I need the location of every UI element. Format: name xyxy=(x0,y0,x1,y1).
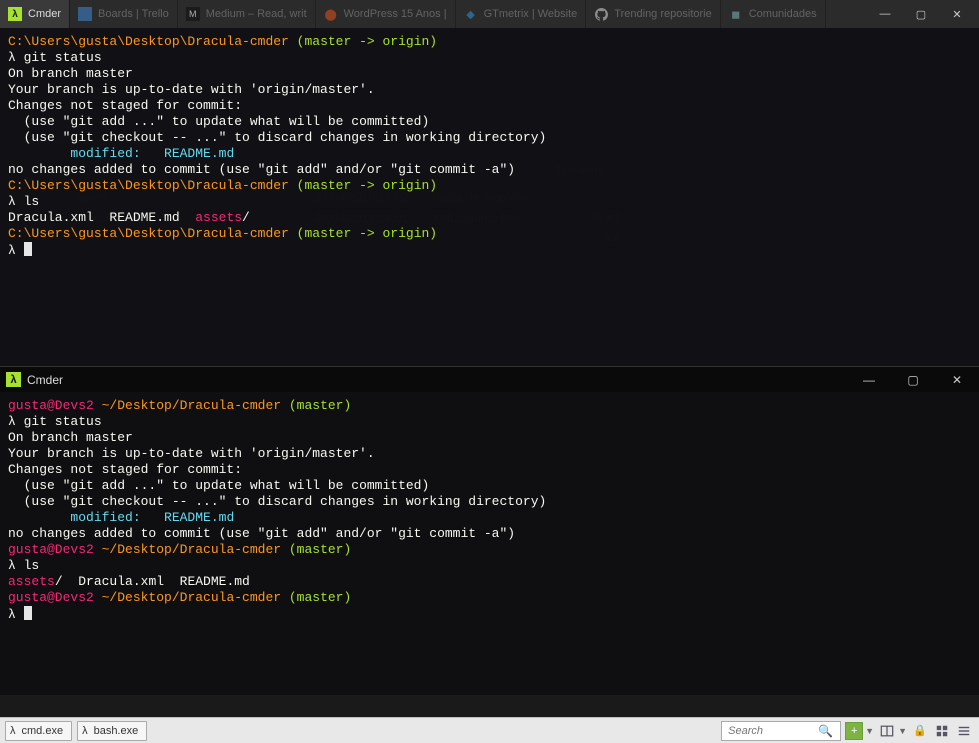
new-console-button[interactable]: + xyxy=(845,722,863,740)
browser-tab-label: Trending repositorie xyxy=(614,8,711,20)
lambda-icon: λ xyxy=(6,372,21,387)
browser-tab-label: Medium – Read, writ xyxy=(206,8,307,20)
lambda-icon: λ xyxy=(10,725,16,737)
browser-tab-cmder: λ Cmder xyxy=(0,0,70,28)
minimize-button[interactable]: — xyxy=(847,367,891,393)
browser-tab-label: Boards | Trello xyxy=(98,8,169,20)
browser-tab-medium: M Medium – Read, writ xyxy=(178,0,316,28)
browser-tab-github: Trending repositorie xyxy=(586,0,720,28)
menu-icon[interactable] xyxy=(955,722,973,740)
chevron-down-icon[interactable]: ▼ xyxy=(865,726,874,736)
cmder-titlebar[interactable]: λ Cmder — ▢ ✕ xyxy=(0,366,979,392)
grid-icon[interactable] xyxy=(933,722,951,740)
generic-icon: ◼ xyxy=(729,7,743,21)
maximize-icon: ▢ xyxy=(909,8,933,21)
close-button[interactable]: ✕ xyxy=(935,367,979,393)
background-window-controls: — ▢ ✕ xyxy=(873,8,979,21)
close-icon: ✕ xyxy=(945,8,969,21)
terminal-window-bash[interactable]: gusta@Devs2 ~/Desktop/Dracula-cmder (mas… xyxy=(0,392,979,695)
browser-tab-wordpress: ⬤ WordPress 15 Anos | xyxy=(316,0,456,28)
search-box[interactable]: 🔍 xyxy=(721,721,841,741)
lambda-icon: λ xyxy=(8,7,22,21)
maximize-button[interactable]: ▢ xyxy=(891,367,935,393)
search-icon[interactable]: 🔍 xyxy=(818,724,833,738)
chevron-down-icon[interactable]: ▼ xyxy=(898,726,907,736)
browser-tab-label: WordPress 15 Anos | xyxy=(344,8,447,20)
browser-tab-comunidades: ◼ Comunidades xyxy=(721,0,826,28)
browser-tab-trello: Boards | Trello xyxy=(70,0,178,28)
console-tab-bash[interactable]: λ bash.exe xyxy=(77,721,147,741)
browser-tab-label: Cmder xyxy=(28,8,61,20)
gtmetrix-icon: ◆ xyxy=(464,7,478,21)
browser-tab-label: Comunidades xyxy=(749,8,817,20)
wordpress-icon: ⬤ xyxy=(324,7,338,21)
split-button[interactable] xyxy=(878,722,896,740)
github-icon xyxy=(594,7,608,21)
medium-icon: M xyxy=(186,7,200,21)
trello-icon xyxy=(78,7,92,21)
console-tab-label: cmd.exe xyxy=(22,725,64,737)
lambda-icon: λ xyxy=(82,725,88,737)
window-title: Cmder xyxy=(27,373,63,387)
browser-tab-gtmetrix: ◆ GTmetrix | Website xyxy=(456,0,587,28)
console-tab-cmd[interactable]: λ cmd.exe xyxy=(5,721,72,741)
console-tab-label: bash.exe xyxy=(94,725,139,737)
search-input[interactable] xyxy=(726,724,818,738)
minimize-icon: — xyxy=(873,8,897,20)
terminal-output[interactable]: C:\Users\gusta\Desktop\Dracula-cmder (ma… xyxy=(0,28,979,366)
background-browser-tabs: λ Cmder Boards | Trello M Medium – Read,… xyxy=(0,0,979,28)
cmder-statusbar[interactable]: λ cmd.exe λ bash.exe 🔍 + ▼ ▼ 🔒 xyxy=(0,717,979,743)
lock-icon[interactable]: 🔒 xyxy=(911,722,929,740)
terminal-window-cmd[interactable]: Dracula-cmder Tamanho assets 24/04/2018 … xyxy=(0,28,979,366)
browser-tab-label: GTmetrix | Website xyxy=(484,8,578,20)
terminal-output[interactable]: gusta@Devs2 ~/Desktop/Dracula-cmder (mas… xyxy=(0,392,979,695)
